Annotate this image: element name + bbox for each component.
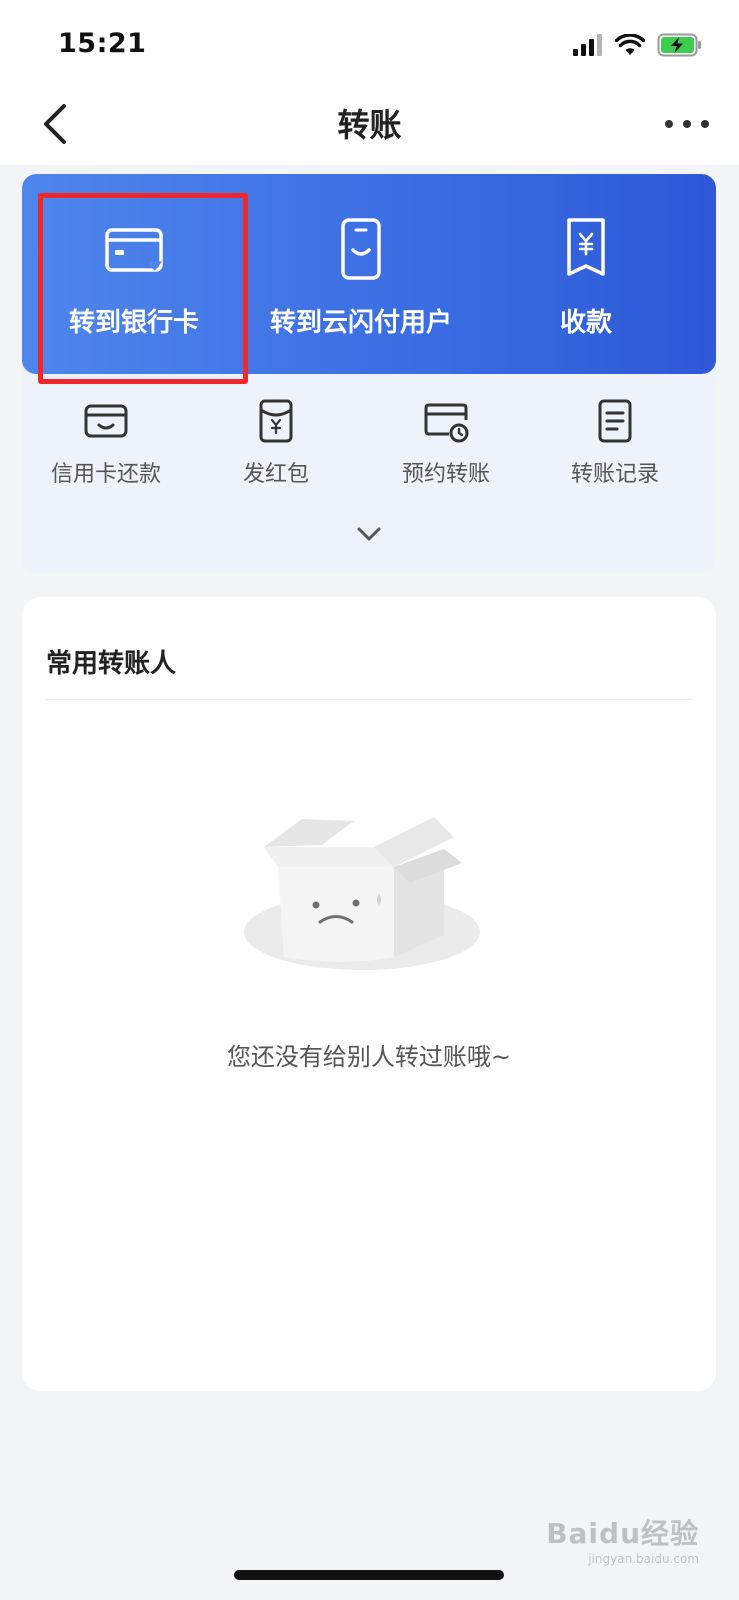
transfer-to-user-button[interactable]: 转到云闪付用户 — [256, 174, 466, 374]
signal-icon — [573, 34, 602, 56]
send-red-envelope-label: 发红包 — [242, 462, 309, 487]
page-title: 转账 — [337, 106, 402, 144]
send-red-envelope-button[interactable]: 发红包 — [201, 398, 351, 488]
records-icon — [598, 399, 632, 443]
transfer-records-label: 转账记录 — [570, 462, 659, 487]
scheduled-transfer-button[interactable]: 预约转账 — [371, 398, 521, 488]
more-options-icon[interactable] — [663, 110, 711, 138]
scheduled-transfer-label: 预约转账 — [401, 462, 490, 487]
highlight-annotation-box — [38, 193, 248, 384]
credit-card-icon — [84, 404, 128, 438]
top-bar: 15:21 转账 — [0, 0, 739, 165]
transfer-records-button[interactable]: 转账记录 — [540, 398, 690, 488]
phone-transfer-icon — [341, 218, 381, 280]
receive-money-button[interactable]: 收款 — [516, 174, 656, 374]
frequent-contacts-title: 常用转账人 — [46, 649, 177, 679]
empty-state-message: 您还没有给别人转过账哦~ — [226, 1043, 512, 1071]
credit-card-repayment-button[interactable]: 信用卡还款 — [31, 398, 181, 488]
frequent-contacts-card: 常用转账人 您还没有给别人转过账哦~ — [22, 597, 716, 1391]
status-icons — [573, 30, 703, 60]
transfer-to-user-label: 转到云闪付用户 — [269, 308, 452, 338]
divider — [46, 699, 692, 700]
credit-card-repayment-label: 信用卡还款 — [50, 462, 161, 487]
home-indicator[interactable] — [234, 1570, 504, 1580]
watermark-text: Baidu经验 — [546, 1517, 699, 1550]
status-time: 15:21 — [58, 28, 147, 59]
red-envelope-icon — [259, 399, 293, 443]
battery-charging-icon — [657, 33, 701, 57]
wifi-icon — [615, 34, 645, 55]
chevron-down-icon[interactable] — [355, 524, 383, 544]
empty-box-illustration — [244, 817, 480, 970]
receive-money-icon — [567, 218, 605, 276]
watermark: Baidu经验 jingyan.baidu.com — [546, 1512, 699, 1566]
watermark-subtext: jingyan.baidu.com — [588, 1552, 699, 1566]
scheduled-transfer-icon — [424, 403, 469, 443]
receive-money-label: 收款 — [559, 308, 612, 338]
